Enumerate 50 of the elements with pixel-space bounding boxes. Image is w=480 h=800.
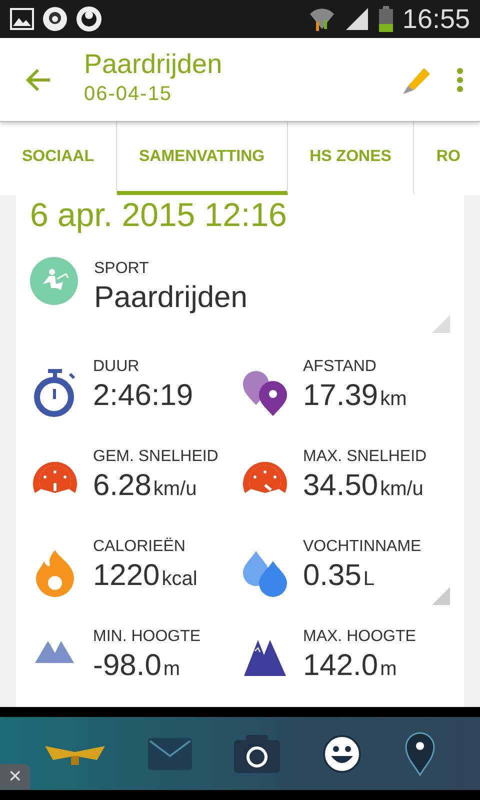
field-label: SPORT: [94, 259, 150, 279]
stat-unit: kcal: [162, 568, 198, 591]
stat-value: 34.50: [303, 469, 378, 504]
ring-icon: [76, 6, 102, 32]
map-pin-icon[interactable]: [404, 732, 435, 776]
stat-label: MAX. HOOGTE: [303, 627, 416, 647]
close-ad-button[interactable]: ✕: [0, 764, 30, 790]
rider-icon: [30, 257, 78, 305]
image-icon: [10, 8, 34, 30]
stat-label: DUUR: [93, 357, 140, 377]
dropdown-corner-icon: [432, 587, 450, 605]
camera-icon[interactable]: [234, 734, 280, 772]
stat-value: -98.0: [93, 649, 162, 684]
stat-value: 6.28: [93, 469, 152, 504]
location-pins-icon: [241, 369, 289, 417]
stat-unit: m: [163, 658, 180, 681]
signal-icon: [344, 6, 370, 32]
more-icon: [456, 66, 464, 92]
tab[interactable]: RO: [414, 122, 460, 195]
stat-label: VOCHTINNAME: [303, 537, 422, 557]
mail-icon[interactable]: [148, 738, 192, 770]
stat-label: MIN. HOOGTE: [93, 627, 201, 647]
mountains-icon: [35, 639, 75, 665]
stat-unit: km/u: [153, 478, 197, 501]
more-button[interactable]: [456, 66, 464, 92]
stat-unit: km/u: [380, 478, 424, 501]
stat-label: MAX. SNELHEID: [303, 447, 427, 467]
stat-unit: km: [380, 388, 407, 411]
stopwatch-icon: [32, 369, 78, 417]
battery-icon: [378, 6, 394, 32]
screen-subtitle: 06-04-15: [84, 82, 174, 108]
clock: 16:55: [402, 2, 470, 36]
stat-value: 2:46:19: [93, 379, 194, 414]
screen-title: Paardrijden: [84, 50, 224, 80]
stat-label: AFSTAND: [303, 357, 378, 377]
stat-label: GEM. SNELHEID: [93, 447, 218, 467]
water-drops-icon: [241, 549, 289, 597]
stat-value: 0.35: [303, 559, 362, 594]
stat-value: 1220: [93, 559, 160, 594]
dropdown-corner-icon: [432, 315, 450, 333]
sport-value[interactable]: Paardrijden: [94, 281, 248, 316]
stat-unit: m: [380, 658, 397, 681]
stat-unit: L: [363, 568, 375, 591]
mountains-icon: [244, 639, 286, 677]
smiley-icon[interactable]: [322, 734, 362, 774]
activity-date: 6 apr. 2015 12:16: [30, 195, 288, 235]
stat-value: 17.39: [303, 379, 378, 414]
flame-icon: [34, 549, 76, 597]
stat-label: CALORIEËN: [93, 536, 186, 557]
stat-value: 142.0: [303, 649, 378, 684]
